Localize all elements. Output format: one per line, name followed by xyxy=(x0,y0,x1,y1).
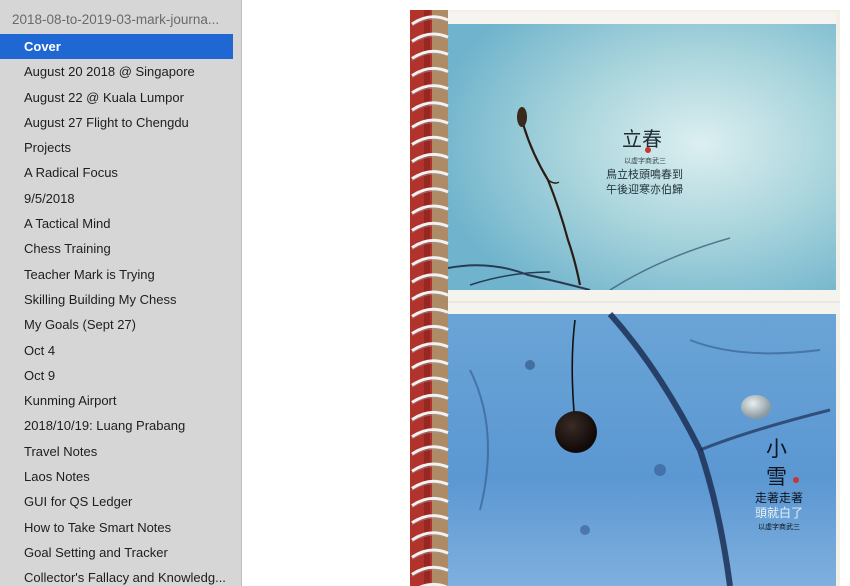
note-item[interactable]: 2018/10/19: Luang Prabang xyxy=(0,413,233,438)
cover-top-poem-1: 鳥立枝頭鳴春到 xyxy=(606,167,683,181)
cover-bottom-subtitle: 以虚字商武三 xyxy=(758,522,800,531)
cover-bottom-title-1: 小 xyxy=(766,437,787,461)
notebook-title[interactable]: 2018-08-to-2019-03-mark-journa... xyxy=(0,0,234,34)
water-drop xyxy=(741,395,771,419)
note-item[interactable]: 9/5/2018 xyxy=(0,186,233,211)
note-item[interactable]: Projects xyxy=(0,135,233,160)
page-viewer: 立春 以虚字商武三 鳥立枝頭鳴春到 午後迎寒亦伯歸 小 雪 走著走著 頭就白了 … xyxy=(242,0,850,586)
note-item[interactable]: How to Take Smart Notes xyxy=(0,515,233,540)
cover-top-subtitle: 以虚字商武三 xyxy=(624,156,666,165)
note-item[interactable]: Teacher Mark is Trying xyxy=(0,262,233,287)
note-item[interactable]: Travel Notes xyxy=(0,439,233,464)
note-item[interactable]: GUI for QS Ledger xyxy=(0,489,233,514)
note-item[interactable]: My Goals (Sept 27) xyxy=(0,312,233,337)
note-item[interactable]: Cover xyxy=(0,34,233,60)
cover-top-title: 立春 xyxy=(622,127,662,151)
note-item[interactable]: August 22 @ Kuala Lumpor xyxy=(0,85,233,110)
note-item[interactable]: Oct 4 xyxy=(0,338,233,363)
note-item[interactable]: August 20 2018 @ Singapore xyxy=(0,59,233,84)
hanging-seed xyxy=(555,411,597,453)
note-item[interactable]: A Tactical Mind xyxy=(0,211,233,236)
note-item[interactable]: Skilling Building My Chess xyxy=(0,287,233,312)
cover-bottom-poem-1: 走著走著 xyxy=(755,491,803,505)
note-item[interactable]: Chess Training xyxy=(0,236,233,261)
note-item[interactable]: Goal Setting and Tracker xyxy=(0,540,233,565)
note-item[interactable]: August 27 Flight to Chengdu xyxy=(0,110,233,135)
note-item[interactable]: Laos Notes xyxy=(0,464,233,489)
note-item[interactable]: Collector's Fallacy and Knowledg... xyxy=(0,565,233,586)
note-item[interactable]: Oct 9 xyxy=(0,363,233,388)
cover-top-poem-2: 午後迎寒亦伯歸 xyxy=(606,182,683,196)
cover-bottom-poem-2: 頭就白了 xyxy=(755,505,803,520)
sidebar: 2018-08-to-2019-03-mark-journa... Cover A… xyxy=(0,0,242,586)
note-item[interactable]: A Radical Focus xyxy=(0,160,233,185)
cover-photo: 立春 以虚字商武三 鳥立枝頭鳴春到 午後迎寒亦伯歸 小 雪 走著走著 頭就白了 … xyxy=(410,10,840,586)
note-list: Cover August 20 2018 @ Singapore August 22… xyxy=(0,34,241,586)
note-item[interactable]: Kunming Airport xyxy=(0,388,233,413)
cover-bottom-title-2: 雪 xyxy=(766,465,787,489)
